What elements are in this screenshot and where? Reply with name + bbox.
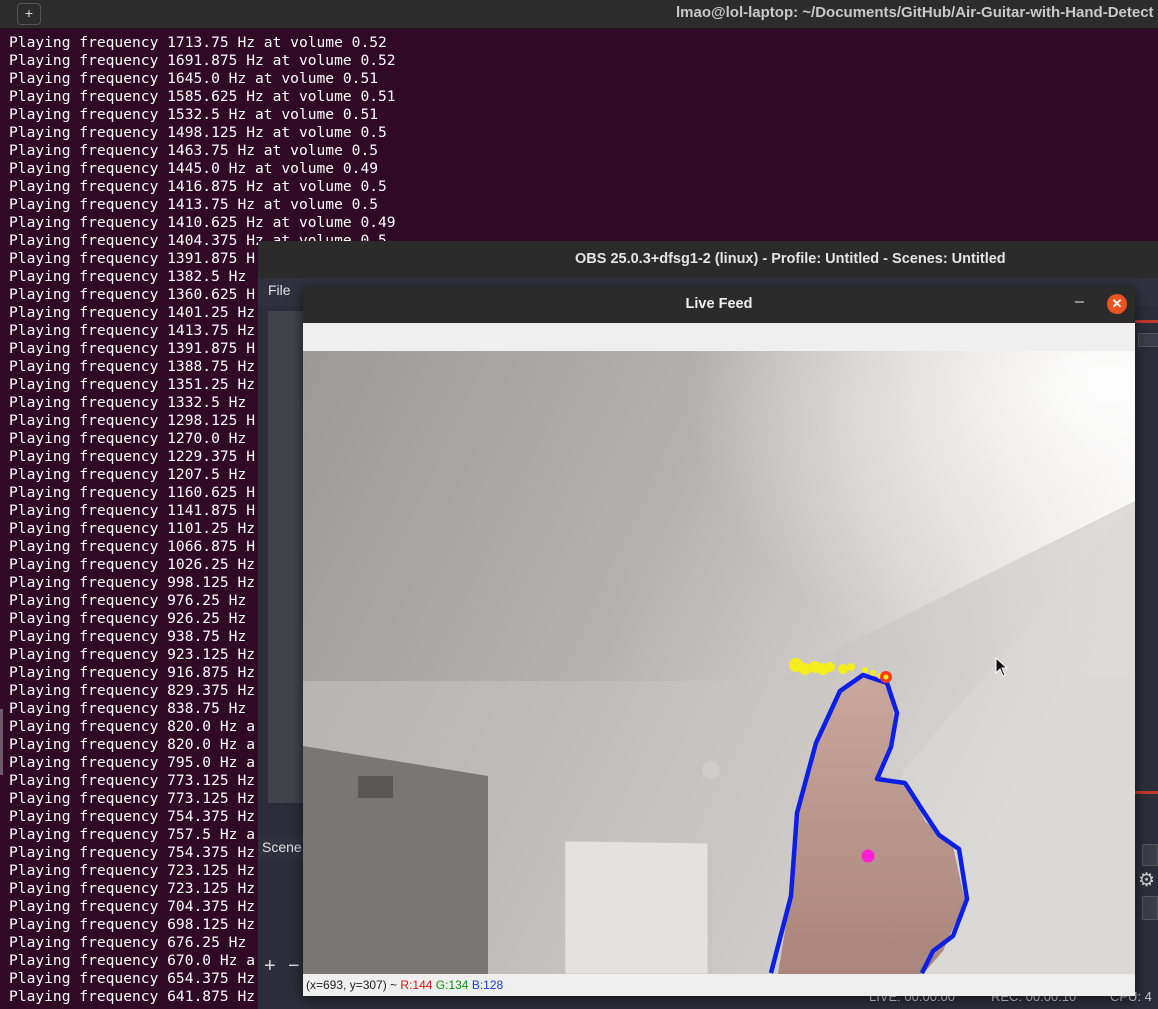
terminal-line: Playing frequency 1416.875 Hz at volume …	[9, 178, 387, 195]
live-feed-titlebar[interactable]: Live Feed – ✕	[303, 287, 1135, 323]
new-tab-icon[interactable]: +	[17, 3, 41, 25]
pixel-readout: (x=693, y=307) ~ R:144 G:134 B:128	[306, 978, 503, 992]
minimize-button[interactable]: –	[1075, 293, 1084, 311]
terminal-line: Playing frequency 1691.875 Hz at volume …	[9, 52, 396, 69]
gear-icon[interactable]: ⚙	[1138, 869, 1155, 892]
terminal-line: Playing frequency 1445.0 Hz at volume 0.…	[9, 160, 379, 177]
blue-value: B:128	[471, 978, 504, 992]
terminal-line: Playing frequency 1585.625 Hz at volume …	[9, 88, 396, 105]
obs-title: OBS 25.0.3+dfsg1-2 (linux) - Profile: Un…	[575, 251, 1006, 267]
obs-preview-border	[1135, 320, 1158, 323]
terminal-line: Playing frequency 1498.125 Hz at volume …	[9, 124, 387, 141]
vent	[358, 776, 393, 798]
obs-preview	[268, 311, 303, 803]
terminal-line: Playing frequency 1532.5 Hz at volume 0.…	[9, 106, 379, 123]
live-feed-statusbar: (x=693, y=307) ~ R:144 G:134 B:128	[303, 974, 1135, 996]
close-button[interactable]: ✕	[1107, 294, 1127, 314]
obs-titlebar: OBS 25.0.3+dfsg1-2 (linux) - Profile: Un…	[258, 241, 1158, 278]
live-feed-title: Live Feed	[685, 296, 753, 312]
terminal-line: Playing frequency 1410.625 Hz at volume …	[9, 214, 396, 231]
fingertip-center	[883, 674, 889, 680]
obs-dock-button[interactable]	[1138, 333, 1158, 347]
terminal-line: Playing frequency 1463.75 Hz at volume 0…	[9, 142, 379, 159]
add-scene-button[interactable]: +	[264, 956, 276, 976]
scenes-panel-header: Scene	[258, 837, 308, 859]
live-feed-toolbar	[303, 323, 1135, 351]
door	[564, 840, 709, 974]
terminal-line: Playing frequency 1713.75 Hz at volume 0…	[9, 34, 387, 51]
terminal-line: Playing frequency 1645.0 Hz at volume 0.…	[9, 70, 379, 87]
green-value: G:134	[435, 978, 469, 992]
doorway	[303, 746, 488, 974]
spin-control[interactable]	[1142, 896, 1158, 920]
red-value: R:144	[400, 978, 433, 992]
live-feed-window: Live Feed – ✕ (x=693, y=307) ~ R:144 G:1…	[303, 287, 1135, 996]
spin-control[interactable]	[1142, 844, 1158, 866]
terminal-line: Playing frequency 1413.75 Hz at volume 0…	[9, 196, 379, 213]
remove-scene-button[interactable]: −	[288, 956, 300, 976]
obs-preview-border	[1135, 791, 1158, 794]
terminal-title: lmao@lol-laptop: ~/Documents/GitHub/Air-…	[676, 4, 1154, 21]
hand-centroid	[861, 849, 875, 863]
cursor-coords: (x=693, y=307) ~	[306, 978, 401, 992]
menu-file[interactable]: File	[268, 282, 291, 298]
terminal-titlebar: + lmao@lol-laptop: ~/Documents/GitHub/Ai…	[0, 0, 1158, 29]
scrollbar-marker[interactable]	[0, 709, 3, 775]
light-switch	[702, 761, 720, 779]
scenes-label: Scene	[262, 839, 302, 855]
camera-frame[interactable]	[303, 351, 1135, 974]
mouse-pointer-icon	[995, 657, 1009, 677]
